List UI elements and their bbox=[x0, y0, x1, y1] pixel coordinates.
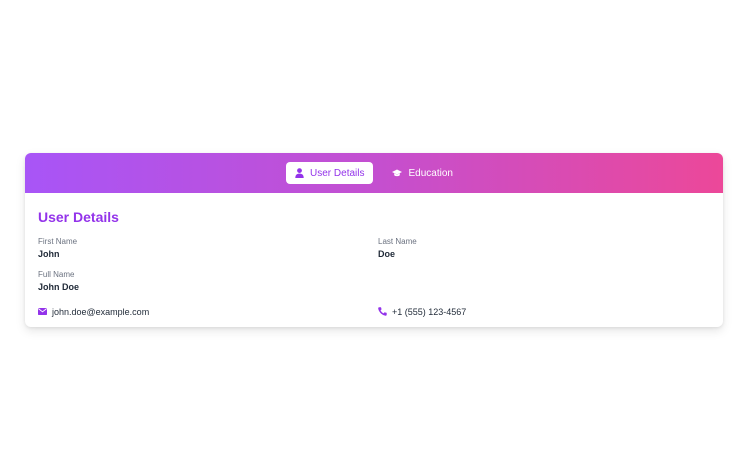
phone-icon bbox=[378, 306, 387, 318]
last-name-label: Last Name bbox=[378, 237, 417, 246]
first-name-label: First Name bbox=[38, 237, 78, 246]
tab-education-label: Education bbox=[408, 167, 453, 179]
tab-education[interactable]: Education bbox=[383, 162, 461, 184]
fields-grid: First Name John Last Name Doe Full Name … bbox=[38, 237, 710, 319]
full-name-field: Full Name John Doe bbox=[38, 270, 378, 294]
graduation-cap-icon bbox=[392, 169, 403, 177]
full-name-label: Full Name bbox=[38, 270, 75, 279]
last-name-value: Doe bbox=[378, 249, 396, 259]
user-card: User Details Education User Details Firs… bbox=[25, 153, 723, 327]
email-row: john.doe@example.com bbox=[38, 305, 378, 319]
tab-bar: User Details Education bbox=[25, 153, 723, 193]
phone-row: +1 (555) 123-4567 bbox=[378, 305, 710, 319]
user-icon bbox=[295, 168, 304, 178]
first-name-value: John bbox=[38, 249, 60, 259]
tab-user-details-label: User Details bbox=[310, 167, 365, 179]
first-name-field: First Name John bbox=[38, 237, 378, 261]
section-title: User Details bbox=[38, 209, 119, 225]
tab-user-details[interactable]: User Details bbox=[286, 162, 374, 184]
empty-cell bbox=[378, 270, 710, 303]
envelope-icon bbox=[38, 307, 47, 317]
user-details-panel: User Details First Name John Last Name D… bbox=[25, 193, 723, 319]
last-name-field: Last Name Doe bbox=[378, 237, 710, 261]
full-name-value: John Doe bbox=[38, 282, 80, 292]
phone-value[interactable]: +1 (555) 123-4567 bbox=[392, 307, 466, 317]
email-value[interactable]: john.doe@example.com bbox=[52, 307, 149, 317]
